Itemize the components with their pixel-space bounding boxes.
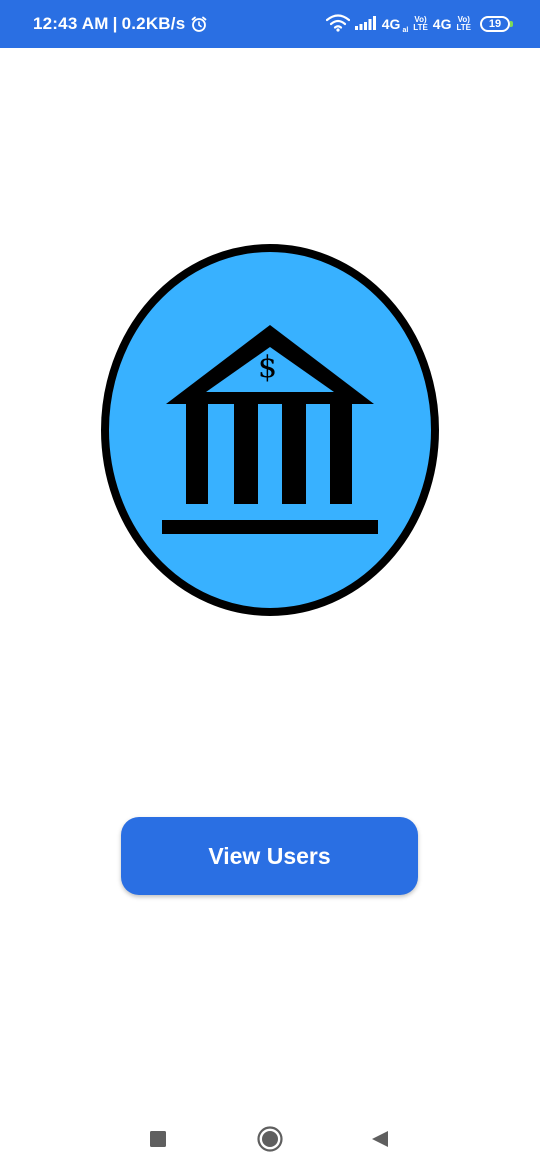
network-type-1: 4G xyxy=(381,16,401,32)
status-left: 12:43 AM | 0.2KB/s xyxy=(33,0,208,48)
back-icon[interactable] xyxy=(366,1125,394,1153)
battery-cap xyxy=(510,21,513,27)
status-separator: | xyxy=(112,14,118,33)
navigation-bar xyxy=(0,1105,540,1170)
battery-level: 19 xyxy=(488,18,502,30)
volte-1-bottom: LTE xyxy=(413,23,428,32)
wifi-icon xyxy=(325,13,350,35)
network-speed: 0.2KB/s xyxy=(121,14,186,33)
volte-2-bottom: LTE xyxy=(456,23,471,32)
alarm-icon xyxy=(190,15,208,33)
signal-icon xyxy=(354,15,377,33)
bank-logo: $ xyxy=(100,242,440,618)
status-time: 12:43 AM xyxy=(33,14,109,33)
dollar-symbol: $ xyxy=(258,350,278,385)
volte-badge-1: Vo) LTE xyxy=(413,16,428,32)
recent-apps-icon[interactable] xyxy=(144,1125,172,1153)
status-right: 4G al Vo) LTE 4G Vo) LTE 19 xyxy=(325,0,513,48)
view-users-button[interactable]: View Users xyxy=(121,817,418,895)
home-icon[interactable] xyxy=(256,1125,284,1153)
battery-icon: 19 xyxy=(480,16,513,32)
bank-icon xyxy=(101,244,439,616)
network-type-1-sub: al xyxy=(402,27,409,34)
volte-badge-2: Vo) LTE xyxy=(456,16,471,32)
network-type-2: 4G xyxy=(432,16,452,32)
status-bar: 12:43 AM | 0.2KB/s 4G al Vo) LTE 4G Vo) … xyxy=(0,0,540,48)
